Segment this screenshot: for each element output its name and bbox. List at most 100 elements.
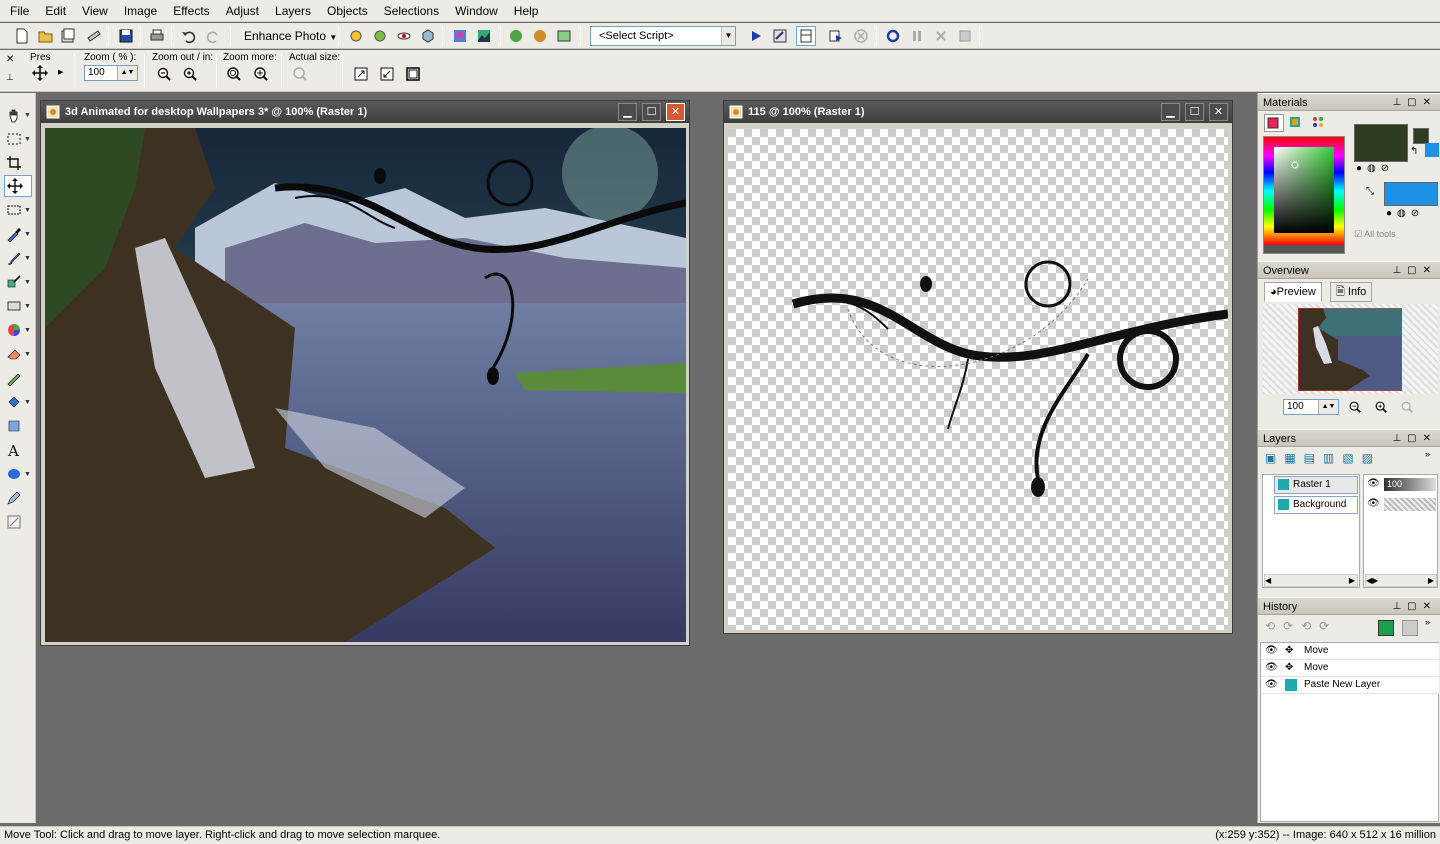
menu-objects[interactable]: Objects [321, 0, 374, 22]
cube-icon[interactable] [418, 26, 438, 46]
menu-help[interactable]: Help [508, 0, 545, 22]
zoom-more-in-icon[interactable] [253, 66, 271, 84]
foreground-mini-swatch[interactable] [1413, 128, 1429, 144]
text-tool[interactable]: A [4, 439, 32, 461]
chevron-right-icon[interactable]: ▶ [58, 68, 63, 76]
menu-effects[interactable]: Effects [167, 0, 215, 22]
swap-materials-icon[interactable]: ⤡ [1366, 186, 1374, 197]
overview-thumbnail[interactable] [1298, 308, 1402, 391]
palette-buttons-icon[interactable]: ⊥▢✕ [1392, 94, 1437, 112]
landscape-icon[interactable] [474, 26, 494, 46]
style-buttons-icon[interactable]: ●◍⊘ [1356, 163, 1394, 174]
clone-brush-tool[interactable]: ▼ [4, 271, 32, 293]
swap-colors-icon[interactable]: ↰ [1410, 146, 1418, 157]
warp-tool[interactable] [4, 511, 32, 533]
frame-tab-icon[interactable] [1264, 114, 1284, 132]
gradient-tool[interactable] [4, 415, 32, 437]
pen-tool[interactable] [4, 487, 32, 509]
canvas-image-swirl[interactable] [728, 129, 1228, 630]
full-screen-icon[interactable] [405, 66, 423, 84]
zoom-out-icon[interactable] [156, 66, 174, 84]
layers-hscrollbar[interactable]: ◀ ▶ [1264, 574, 1358, 587]
layer-actions-toolbar[interactable]: ▣▦▤▥▧▨ [1265, 451, 1381, 465]
tab-info[interactable]: 🗎 Info [1330, 282, 1373, 302]
zoom-in-icon[interactable] [1374, 400, 1390, 416]
maximize-icon[interactable]: ☐ [1185, 103, 1204, 121]
picture-tube-tool[interactable] [4, 367, 32, 389]
opacity-slider[interactable]: 100 [1384, 478, 1436, 491]
opacity-slider-background[interactable] [1384, 498, 1436, 511]
zoom-input[interactable]: 100 ▲▼ [84, 65, 138, 81]
menu-selections[interactable]: Selections [378, 0, 445, 22]
fill-tool[interactable]: ▼ [4, 391, 32, 413]
eye-icon[interactable]: 👁 [1265, 677, 1278, 693]
face-icon[interactable] [506, 26, 526, 46]
menu-layers[interactable]: Layers [269, 0, 317, 22]
document-title-bar[interactable]: 115 @ 100% (Raster 1) ▁ ☐ ✕ [724, 101, 1232, 123]
menu-window[interactable]: Window [449, 0, 504, 22]
eye-icon[interactable]: 👁 [1367, 478, 1380, 489]
move-tool-preset-icon[interactable] [32, 65, 52, 85]
play-history-icon[interactable] [1378, 620, 1394, 636]
script-toggle-icon[interactable] [796, 26, 816, 46]
browse-icon[interactable] [58, 26, 78, 46]
tab-preview[interactable]: ◕Preview [1264, 282, 1322, 302]
menu-edit[interactable]: Edit [39, 0, 72, 22]
shape-tool[interactable]: ▼ [4, 463, 32, 485]
menu-image[interactable]: Image [118, 0, 163, 22]
photo-icon[interactable] [554, 26, 574, 46]
fit-image-icon[interactable] [379, 66, 397, 84]
overview-palette-title[interactable]: Overview ⊥▢✕ [1258, 261, 1440, 279]
palette-buttons-icon[interactable]: ⊥▢✕ [1392, 430, 1437, 448]
foreground-swatch[interactable] [1354, 124, 1408, 162]
zoom-in-icon[interactable] [182, 66, 200, 84]
history-palette-title[interactable]: History ⊥▢✕ [1258, 597, 1440, 615]
swatches-tab-icon[interactable] [1310, 114, 1330, 132]
menu-adjust[interactable]: Adjust [220, 0, 265, 22]
selection-tool[interactable]: ▼ [4, 128, 32, 150]
overview-zoom-input[interactable]: 100 ▲▼ [1283, 399, 1339, 415]
red-eye-icon[interactable] [394, 26, 414, 46]
background-swatch[interactable] [1384, 182, 1438, 206]
close-icon[interactable]: ✕ [666, 103, 685, 121]
chevron-down-icon[interactable]: ▼ [721, 27, 735, 45]
document-window-wallpaper[interactable]: 3d Animated for desktop Wallpapers 3* @ … [40, 100, 690, 646]
enhance-photo-dropdown[interactable]: Enhance Photo ▼ [240, 26, 341, 46]
palette-buttons-icon[interactable]: ⊥▢✕ [1392, 262, 1437, 280]
pin-icon[interactable]: ⊥ [6, 72, 14, 83]
close-icon[interactable]: ✕ [6, 54, 14, 65]
spinner-arrows-icon[interactable]: ▲▼ [1318, 400, 1338, 414]
minimize-icon[interactable]: ▁ [618, 103, 637, 121]
rectangle-selection-tool[interactable]: ▼ [4, 199, 32, 221]
spinner-arrows-icon[interactable]: ▲▼ [117, 66, 137, 80]
script-select[interactable]: <Select Script> ▼ [590, 26, 736, 46]
rainbow-tab-icon[interactable] [1287, 114, 1307, 132]
record-icon[interactable] [883, 26, 903, 46]
smart-fix-icon[interactable] [370, 26, 390, 46]
makeover-tool[interactable]: ▼ [4, 295, 32, 317]
crop-tool[interactable] [4, 152, 32, 174]
save-icon[interactable] [116, 26, 136, 46]
all-tools-checkbox[interactable]: ☑ All tools [1354, 229, 1396, 240]
background-mini-swatch[interactable] [1425, 143, 1439, 157]
menu-view[interactable]: View [76, 0, 114, 22]
maximize-icon[interactable]: ☐ [642, 103, 661, 121]
shape-icon[interactable] [530, 26, 550, 46]
paint-brush-tool[interactable]: ▼ [4, 247, 32, 269]
menu-file[interactable]: File [4, 0, 35, 22]
history-item[interactable]: 👁 Paste New Layer [1261, 677, 1439, 694]
eye-icon[interactable]: 👁 [1265, 643, 1278, 659]
print-icon[interactable] [147, 26, 167, 46]
palette-buttons-icon[interactable]: ⊥▢✕ [1392, 598, 1437, 616]
eraser-tool[interactable]: ▼ [4, 343, 32, 365]
history-item[interactable]: 👁 ✥ Move [1261, 660, 1439, 677]
layers-palette-title[interactable]: Layers ⊥▢✕ [1258, 429, 1440, 447]
run-script-icon[interactable] [746, 26, 766, 46]
record-script-icon[interactable] [826, 26, 846, 46]
document-window-115[interactable]: 115 @ 100% (Raster 1) ▁ ☐ ✕ [723, 100, 1233, 634]
canvas-image-waterfall[interactable] [45, 128, 686, 642]
materials-palette-title[interactable]: Materials ⊥▢✕ [1258, 93, 1440, 111]
expand-chevron-icon[interactable]: » [1425, 617, 1430, 627]
layer-item[interactable]: Background [1274, 496, 1358, 514]
move-tool[interactable] [4, 175, 32, 197]
